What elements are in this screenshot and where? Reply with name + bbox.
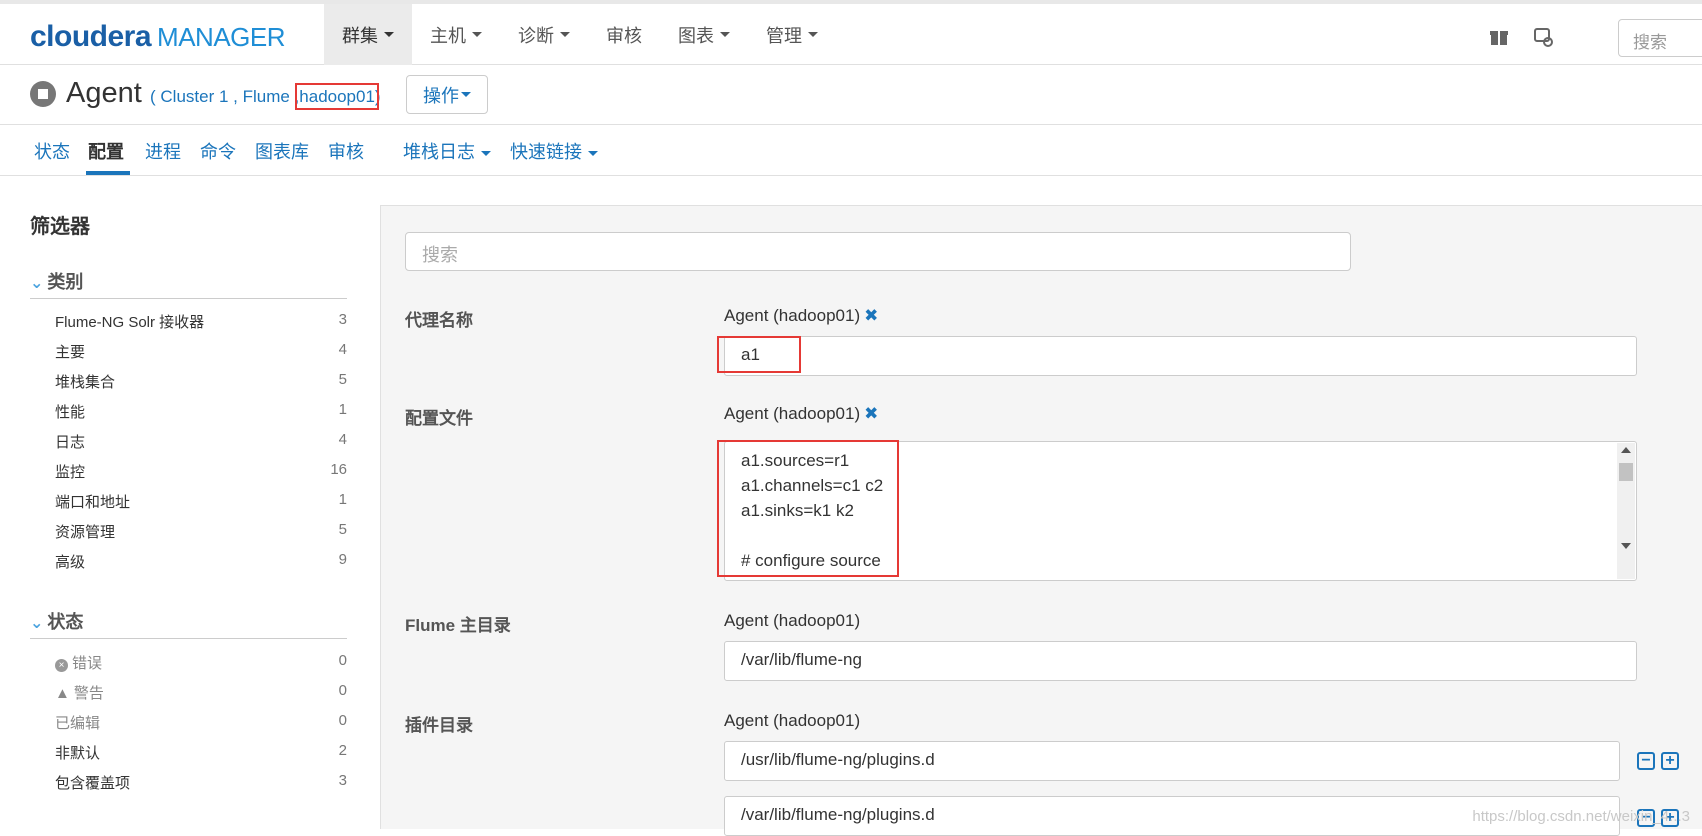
breadcrumb-sep: , (228, 87, 243, 106)
filter-item[interactable]: 性能 1 (55, 401, 347, 422)
filter-item[interactable]: 主要 4 (55, 341, 347, 362)
config-file-label: 配置文件 (405, 409, 473, 428)
active-tab-indicator (86, 171, 130, 175)
tab-commands[interactable]: 命令 (200, 138, 236, 164)
tab-stack-logs[interactable]: 堆栈日志 (403, 138, 491, 164)
status-section-header[interactable]: ⌄ 状态 (30, 608, 347, 639)
filter-item[interactable]: 端口和地址 1 (55, 491, 347, 512)
chevron-down-icon (588, 150, 598, 156)
breadcrumb-open: ( (150, 87, 161, 106)
close-icon[interactable]: ✖ (864, 404, 878, 423)
nav-hosts[interactable]: 主机 (412, 4, 500, 65)
remove-icon[interactable]: − (1637, 752, 1655, 770)
filter-item[interactable]: 监控 16 (55, 461, 347, 482)
highlight-box (717, 440, 899, 577)
tab-audit[interactable]: 审核 (328, 138, 364, 164)
filter-title: 筛选器 (30, 216, 90, 238)
filter-item-overrides[interactable]: 包含覆盖项 3 (55, 772, 347, 793)
support-icon[interactable] (1532, 26, 1554, 48)
breadcrumb-cluster-link[interactable]: Cluster 1 (160, 87, 228, 106)
plugin-dir-input-1[interactable]: /usr/lib/flume-ng/plugins.d (724, 741, 1620, 781)
chevron-down-icon (560, 32, 570, 37)
chevron-down-icon (720, 32, 730, 37)
agent-name-input[interactable]: a1 (724, 336, 1637, 376)
filter-item[interactable]: 日志 4 (55, 431, 347, 452)
flume-home-input[interactable]: /var/lib/flume-ng (724, 641, 1637, 681)
filter-item[interactable]: 高级 9 (55, 551, 347, 572)
flume-home-label: Flume 主目录 (405, 616, 511, 635)
watermark: https://blog.csdn.net/weixin_4...3 (1472, 808, 1690, 825)
breadcrumb-host-link[interactable]: hadoop01 (295, 83, 379, 110)
breadcrumb-sep: , (289, 87, 300, 106)
scroll-down-icon[interactable] (1621, 543, 1631, 549)
chevron-down-icon (472, 32, 482, 37)
filter-item-warning[interactable]: ▲ 警告 0 (55, 682, 347, 703)
sub-nav: 状态 配置 进程 命令 图表库 审核 堆栈日志 快速链接 (0, 126, 1702, 176)
filter-item-edited[interactable]: 已编辑 0 (55, 712, 347, 733)
filter-item[interactable]: 堆栈集合 5 (55, 371, 347, 392)
top-navbar: cloudera MANAGER 群集 主机 诊断 审核 图表 管理 搜索 (0, 0, 1702, 65)
nav-charts[interactable]: 图表 (660, 4, 748, 65)
main-nav: 群集 主机 诊断 审核 图表 管理 (324, 4, 836, 65)
chevron-down-icon (384, 32, 394, 37)
stopped-status-icon (30, 81, 56, 107)
nav-diagnostics[interactable]: 诊断 (500, 4, 588, 65)
actions-button[interactable]: 操作 (406, 75, 488, 114)
chevron-down-icon: ⌄ (30, 275, 44, 292)
agent-name-scope: Agent (hadoop01) ✖ (724, 306, 879, 325)
gift-icon[interactable] (1488, 26, 1510, 48)
filter-item[interactable]: 资源管理 5 (55, 521, 347, 542)
page-title: Agent (66, 77, 142, 109)
top-icons (1488, 26, 1554, 48)
config-file-scope: Agent (hadoop01) ✖ (724, 404, 879, 423)
tab-quick-links[interactable]: 快速链接 (510, 138, 598, 164)
logo-text-manager: MANAGER (157, 22, 286, 52)
config-panel: 搜索 代理名称 Agent (hadoop01) ✖ a1 配置文件 Agent … (380, 205, 1702, 836)
category-section-header[interactable]: ⌄ 类别 (30, 268, 347, 299)
agent-name-label: 代理名称 (405, 311, 473, 330)
nav-admin[interactable]: 管理 (748, 4, 836, 65)
plugin-dir-scope: Agent (hadoop01) (724, 711, 861, 730)
chevron-down-icon (481, 150, 491, 156)
add-icon[interactable]: + (1661, 752, 1679, 770)
tab-processes[interactable]: 进程 (145, 138, 181, 164)
chevron-down-icon (808, 32, 818, 37)
logo-text-cloudera: cloudera (30, 20, 152, 53)
scroll-up-icon[interactable] (1621, 447, 1631, 453)
filter-item-non-default[interactable]: 非默认 2 (55, 742, 347, 763)
filter-item-error[interactable]: × 错误 0 (55, 652, 347, 673)
chevron-down-icon (461, 92, 471, 97)
filter-item[interactable]: Flume-NG Solr 接收器 3 (55, 311, 347, 332)
cloudera-manager-logo[interactable]: cloudera MANAGER (30, 20, 286, 54)
chevron-down-icon: ⌄ (30, 615, 44, 632)
scroll-thumb[interactable] (1619, 463, 1633, 481)
breadcrumb-close: ) (374, 87, 381, 106)
config-search-input[interactable]: 搜索 (405, 232, 1351, 271)
global-search-input[interactable]: 搜索 (1618, 19, 1702, 57)
tab-configuration[interactable]: 配置 (88, 138, 124, 164)
error-icon: × (55, 659, 68, 672)
nav-audit[interactable]: 审核 (588, 4, 660, 65)
close-icon[interactable]: ✖ (864, 306, 878, 325)
page-header: Agent ( Cluster 1 , Flume ,hadoop01) 操作 (0, 65, 1702, 125)
highlight-box (717, 336, 801, 373)
textarea-scrollbar[interactable] (1617, 443, 1635, 579)
flume-home-scope: Agent (hadoop01) (724, 611, 861, 630)
filter-sidebar: 筛选器 ⌄ 类别 Flume-NG Solr 接收器 3 主要 4 堆栈集合 5 性能 1… (0, 176, 380, 829)
breadcrumb: ( Cluster 1 , Flume ,hadoop01) (150, 83, 381, 110)
tab-chart-library[interactable]: 图表库 (255, 138, 309, 164)
warning-icon: ▲ (55, 685, 70, 702)
breadcrumb-service-link[interactable]: Flume (243, 87, 290, 106)
plugin-dir-label: 插件目录 (405, 716, 473, 735)
tab-status[interactable]: 状态 (34, 138, 70, 164)
nav-cluster[interactable]: 群集 (324, 4, 412, 65)
